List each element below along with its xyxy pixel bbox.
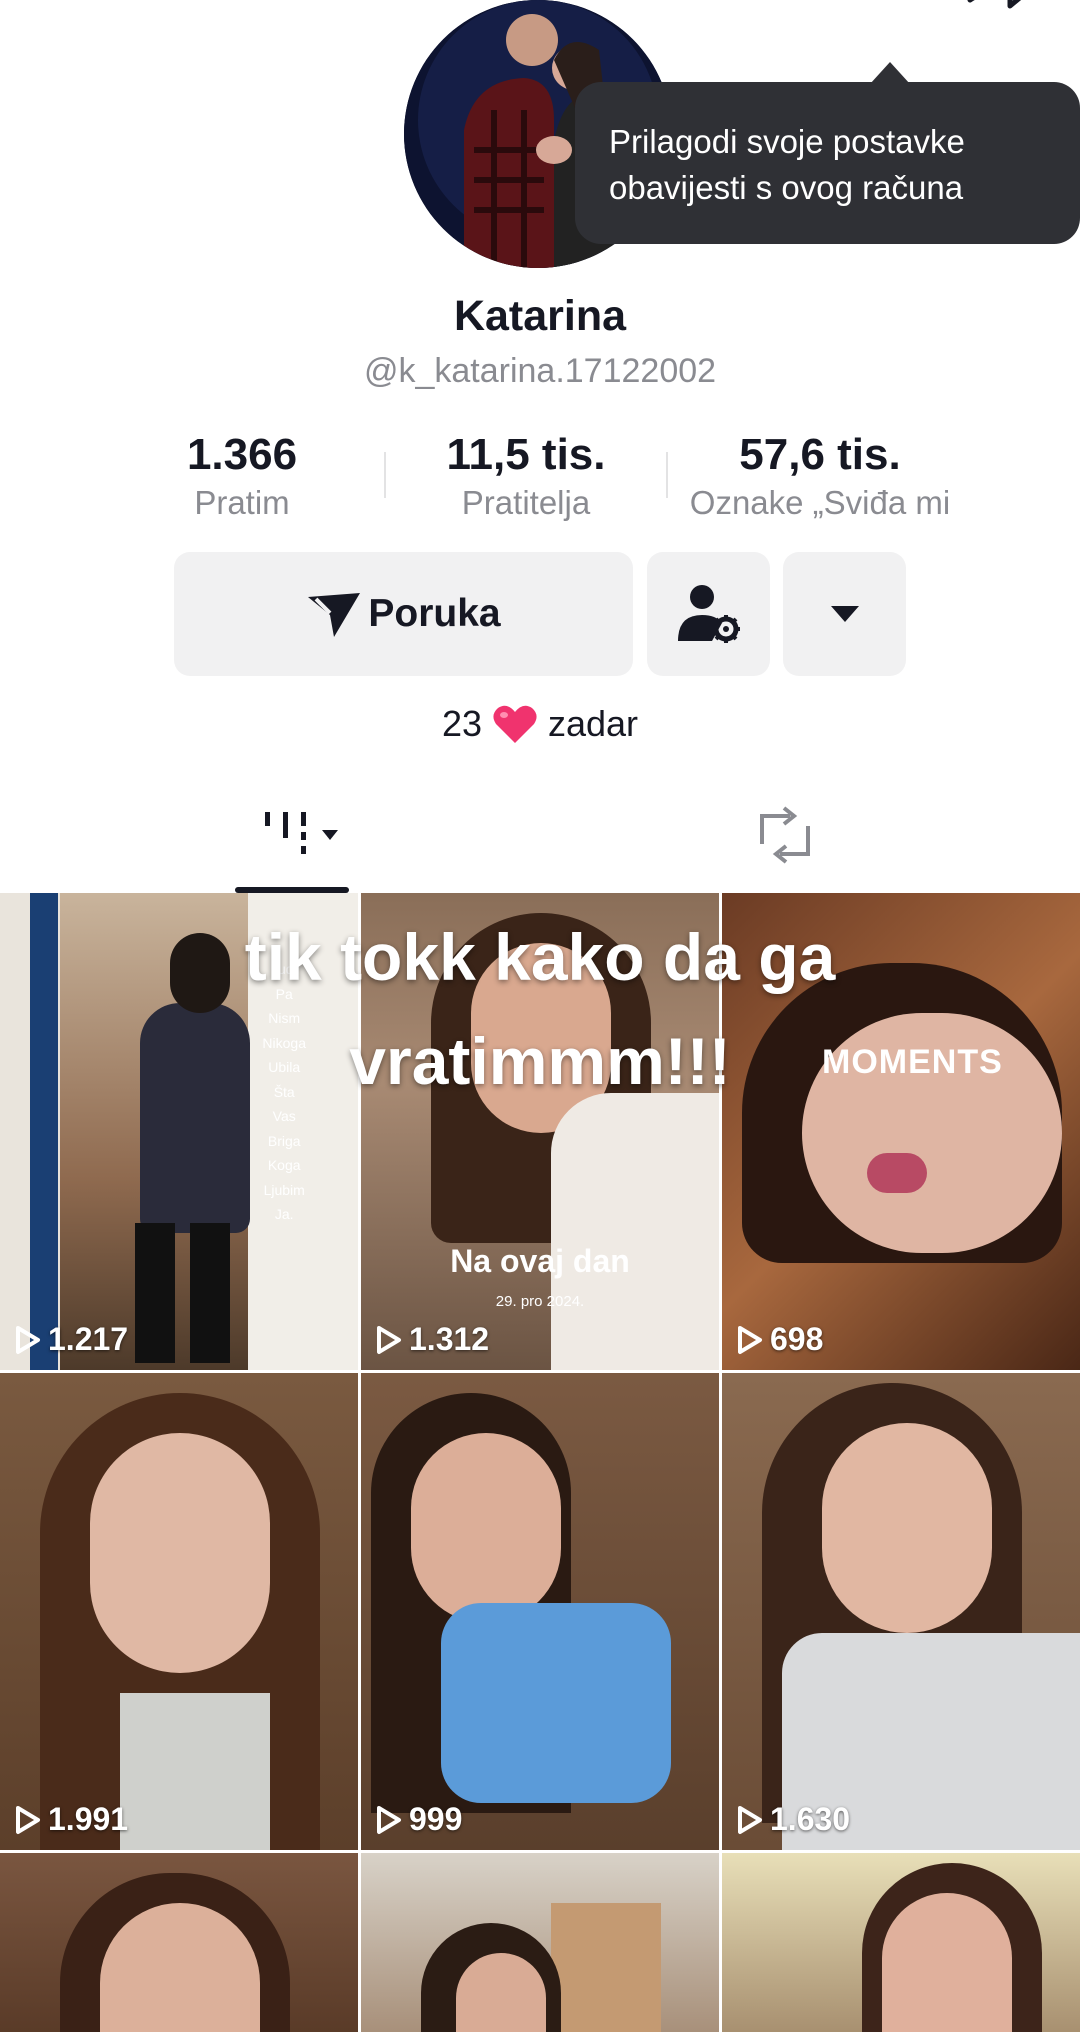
tooltip-line-1: Prilagodi svoje postavke (609, 123, 965, 160)
lyric-word: Ja. (274, 1206, 294, 1222)
video-tile-4[interactable]: 1.991 (0, 1373, 358, 1850)
more-options-button[interactable] (783, 552, 906, 676)
message-button-label: Poruka (368, 592, 501, 635)
view-count-value: 1.630 (770, 1801, 851, 1837)
stat-followers-value: 11,5 tis. (446, 430, 606, 479)
stat-divider (384, 452, 386, 498)
send-icon (308, 593, 361, 637)
stat-likes-value: 57,6 tis. (739, 430, 901, 479)
back-arrow-icon[interactable] (30, 0, 90, 20)
profile-name: Katarina (453, 292, 627, 340)
tab-reposts[interactable] (740, 800, 830, 870)
view-count-value: 1.991 (48, 1801, 129, 1837)
view-count: 1.217 (14, 1321, 128, 1358)
message-button[interactable]: Poruka (174, 552, 633, 676)
play-icon (738, 1325, 762, 1354)
bio-prefix: 23 (441, 703, 482, 744)
chevron-down-icon (830, 606, 859, 622)
lyric-word: Briga (267, 1132, 301, 1149)
view-count: 999 (375, 1801, 462, 1838)
heart-icon (493, 705, 537, 743)
tooltip-line-2: obavijesti s ovog računa (609, 169, 964, 206)
video-tile-7[interactable] (0, 1853, 358, 2032)
friend-settings-button[interactable] (647, 552, 770, 676)
user-settings-icon (677, 585, 740, 643)
stat-divider (666, 452, 668, 498)
notification-bell-icon[interactable] (855, 0, 925, 26)
overlay-line-1: tik tokk kako da ga (244, 920, 836, 994)
view-count-value: 999 (409, 1801, 463, 1837)
overlay-line-2: vratimmm!!! (349, 1024, 731, 1098)
video-tile-8[interactable] (361, 1853, 719, 2032)
stat-following-label: Pratim (194, 484, 290, 521)
play-icon (377, 1805, 401, 1834)
stat-followers-label: Pratitelja (461, 484, 591, 521)
view-count-value: 1.312 (409, 1321, 490, 1357)
stat-followers[interactable]: 11,5 tis. Pratitelja (426, 430, 626, 522)
tile-2-caption: Na ovaj dan (450, 1243, 630, 1279)
stat-likes-label: Oznake „Sviđa mi (689, 484, 951, 521)
stat-likes[interactable]: 57,6 tis. Oznake „Sviđa mi (670, 430, 970, 522)
view-count: 1.312 (375, 1321, 489, 1358)
profile-handle: @k_katarina.17122002 (363, 352, 717, 390)
stat-following-value: 1.366 (186, 430, 298, 479)
tooltip-arrow (870, 62, 910, 84)
play-icon (16, 1325, 40, 1354)
video-tile-9[interactable] (722, 1853, 1080, 2032)
stat-following[interactable]: 1.366 Pratim (150, 430, 334, 522)
view-count: 1.630 (736, 1801, 850, 1838)
view-count-value: 1.217 (48, 1321, 129, 1357)
video-tile-5[interactable]: 999 (361, 1373, 719, 1850)
video-tile-6[interactable]: 1.630 (722, 1373, 1080, 1850)
view-count: 698 (736, 1321, 823, 1358)
view-count: 1.991 (14, 1801, 128, 1838)
lyric-word: Koga (267, 1157, 301, 1173)
pinned-caption-overlay: tik tokk kako da ga vratimmm!!! (140, 905, 940, 1113)
bio-suffix: zadar (547, 703, 639, 744)
profile-bio: 23 zadar (0, 703, 1080, 745)
play-icon (377, 1325, 401, 1354)
tile-2-date: 29. pro 2024. (495, 1293, 585, 1310)
lyric-word: Ljubim (263, 1181, 305, 1198)
share-icon[interactable] (960, 0, 1040, 26)
view-count-value: 698 (770, 1321, 824, 1357)
play-icon (738, 1805, 762, 1834)
tab-videos[interactable] (250, 800, 360, 870)
notification-settings-tooltip[interactable]: Prilagodi svoje postavke obavijesti s ov… (575, 82, 1080, 244)
play-icon (16, 1805, 40, 1834)
